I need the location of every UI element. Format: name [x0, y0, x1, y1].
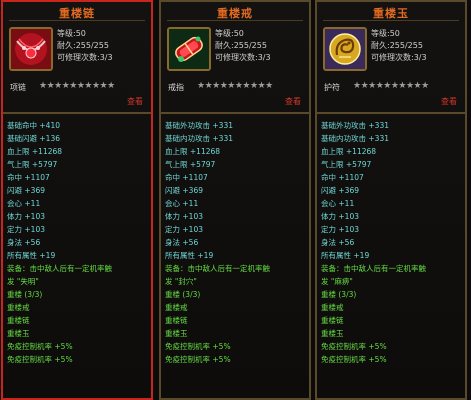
item-repairs: 可修理次数:3/3 — [57, 53, 113, 62]
equip-effect-line: 装备：击中敌人后有一定机率触 — [321, 264, 426, 273]
star-rating: ★★★★★★★★★★ — [39, 81, 115, 91]
set-bonus-line: 免疫控制机率 +5% — [165, 342, 231, 351]
item-title: 重楼玉 — [373, 7, 409, 20]
set-piece-line: 重楼链 — [165, 316, 188, 325]
attribute-line: 体力 +103 — [321, 212, 359, 221]
set-bonus-line: 免疫控制机率 +5% — [321, 342, 387, 351]
item-header: 重楼玉 等级:50 耐久:255/255 可修理次数:3/3 护符 ★★★★★★… — [317, 2, 465, 114]
set-piece-line: 重楼戒 — [7, 303, 30, 312]
attribute-line: 命中 +1107 — [7, 173, 50, 182]
red-ring-icon[interactable] — [167, 27, 211, 71]
item-note: 查看 — [441, 97, 457, 106]
item-title: 重楼戒 — [217, 7, 253, 20]
attribute-line: 气上限 +5797 — [7, 160, 58, 169]
item-tooltip-charm[interactable]: 重楼玉 等级:50 耐久:255/255 可修理次数:3/3 护符 ★★★★★★… — [315, 0, 467, 400]
set-name-line: 重楼 (3/3) — [7, 290, 43, 299]
divider — [323, 20, 459, 21]
item-level: 等级:50 — [57, 29, 86, 38]
attribute-line: 基础内功攻击 +331 — [321, 134, 389, 143]
item-tooltip-ring[interactable]: 重楼戒 等级:50 耐久:255/255 可修理次数:3/3 戒指 ★★★★★★… — [159, 0, 311, 400]
set-piece-line: 重楼戒 — [165, 303, 188, 312]
red-necklace-icon[interactable] — [9, 27, 53, 71]
attribute-line: 会心 +11 — [7, 199, 41, 208]
attribute-line: 定力 +103 — [321, 225, 359, 234]
star-rating: ★★★★★★★★★★ — [197, 81, 273, 91]
attribute-line: 气上限 +5797 — [321, 160, 372, 169]
attribute-line: 身法 +56 — [165, 238, 199, 247]
set-piece-line: 重楼玉 — [321, 329, 344, 338]
attribute-line: 闪避 +369 — [321, 186, 359, 195]
attribute-line: 基础外功攻击 +331 — [165, 121, 233, 130]
item-repairs: 可修理次数:3/3 — [371, 53, 427, 62]
item-type: 护符 — [324, 83, 340, 92]
attribute-line: 闪避 +369 — [7, 186, 45, 195]
attribute-line: 基础命中 +410 — [7, 121, 60, 130]
attribute-line: 命中 +1107 — [165, 173, 208, 182]
item-level: 等级:50 — [371, 29, 400, 38]
set-bonus-line: 免疫控制机率 +5% — [7, 342, 73, 351]
attribute-line: 会心 +11 — [321, 199, 355, 208]
item-stats: 等级:50 耐久:255/255 可修理次数:3/3 — [215, 28, 271, 64]
divider — [167, 20, 303, 21]
attribute-list: 基础外功攻击 +331 基础内功攻击 +331 血上限 +11268 气上限 +… — [321, 119, 463, 366]
tooltip-comparison: 重楼链 等级:50 耐久:255/255 可修理次数:3/3 项链 ★★★★★★… — [0, 0, 471, 400]
item-tooltip-necklace[interactable]: 重楼链 等级:50 耐久:255/255 可修理次数:3/3 项链 ★★★★★★… — [1, 0, 153, 400]
equip-effect-line: 发 "封穴" — [165, 277, 197, 286]
attribute-line: 闪避 +369 — [165, 186, 203, 195]
item-title: 重楼链 — [59, 7, 95, 20]
set-piece-line: 重楼链 — [321, 316, 344, 325]
item-level: 等级:50 — [215, 29, 244, 38]
attribute-line: 会心 +11 — [165, 199, 199, 208]
attribute-line: 基础外功攻击 +331 — [321, 121, 389, 130]
set-name-line: 重楼 (3/3) — [321, 290, 357, 299]
item-stats: 等级:50 耐久:255/255 可修理次数:3/3 — [57, 28, 113, 64]
item-header: 重楼戒 等级:50 耐久:255/255 可修理次数:3/3 戒指 ★★★★★★… — [161, 2, 309, 114]
attribute-line: 体力 +103 — [165, 212, 203, 221]
equip-effect-line: 装备：击中敌人后有一定机率触 — [7, 264, 112, 273]
golden-dragon-jade-icon[interactable] — [323, 27, 367, 71]
attribute-line: 身法 +56 — [7, 238, 41, 247]
attribute-line: 定力 +103 — [165, 225, 203, 234]
item-type: 项链 — [10, 83, 26, 92]
attribute-line: 所有属性 +19 — [165, 251, 214, 260]
set-piece-line: 重楼戒 — [321, 303, 344, 312]
item-repairs: 可修理次数:3/3 — [215, 53, 271, 62]
attribute-line: 气上限 +5797 — [165, 160, 216, 169]
item-note: 查看 — [127, 97, 143, 106]
item-durability: 耐久:255/255 — [57, 41, 109, 50]
set-piece-line: 重楼玉 — [7, 329, 30, 338]
set-bonus-line: 免疫控制机率 +5% — [321, 355, 387, 364]
attribute-line: 血上限 +11268 — [165, 147, 221, 156]
attribute-line: 体力 +103 — [7, 212, 45, 221]
item-header: 重楼链 等级:50 耐久:255/255 可修理次数:3/3 项链 ★★★★★★… — [3, 2, 151, 114]
attribute-line: 命中 +1107 — [321, 173, 364, 182]
set-bonus-line: 免疫控制机率 +5% — [7, 355, 73, 364]
attribute-line: 所有属性 +19 — [321, 251, 370, 260]
attribute-list: 基础外功攻击 +331 基础内功攻击 +331 血上限 +11268 气上限 +… — [165, 119, 307, 366]
attribute-line: 所有属性 +19 — [7, 251, 56, 260]
attribute-line: 基础内功攻击 +331 — [165, 134, 233, 143]
equip-effect-line: 发 "麻痹" — [321, 277, 353, 286]
set-piece-line: 重楼玉 — [165, 329, 188, 338]
set-name-line: 重楼 (3/3) — [165, 290, 201, 299]
attribute-line: 基础闪避 +136 — [7, 134, 60, 143]
attribute-line: 血上限 +11268 — [321, 147, 377, 156]
set-bonus-line: 免疫控制机率 +5% — [165, 355, 231, 364]
divider — [9, 20, 145, 21]
item-durability: 耐久:255/255 — [215, 41, 267, 50]
item-note: 查看 — [285, 97, 301, 106]
attribute-line: 身法 +56 — [321, 238, 355, 247]
equip-effect-line: 发 "失明" — [7, 277, 39, 286]
attribute-line: 血上限 +11268 — [7, 147, 63, 156]
item-stats: 等级:50 耐久:255/255 可修理次数:3/3 — [371, 28, 427, 64]
attribute-line: 定力 +103 — [7, 225, 45, 234]
item-durability: 耐久:255/255 — [371, 41, 423, 50]
set-piece-line: 重楼链 — [7, 316, 30, 325]
attribute-list: 基础命中 +410 基础闪避 +136 血上限 +11268 气上限 +5797… — [7, 119, 149, 366]
star-rating: ★★★★★★★★★★ — [353, 81, 429, 91]
equip-effect-line: 装备：击中敌人后有一定机率触 — [165, 264, 270, 273]
item-type: 戒指 — [168, 83, 184, 92]
